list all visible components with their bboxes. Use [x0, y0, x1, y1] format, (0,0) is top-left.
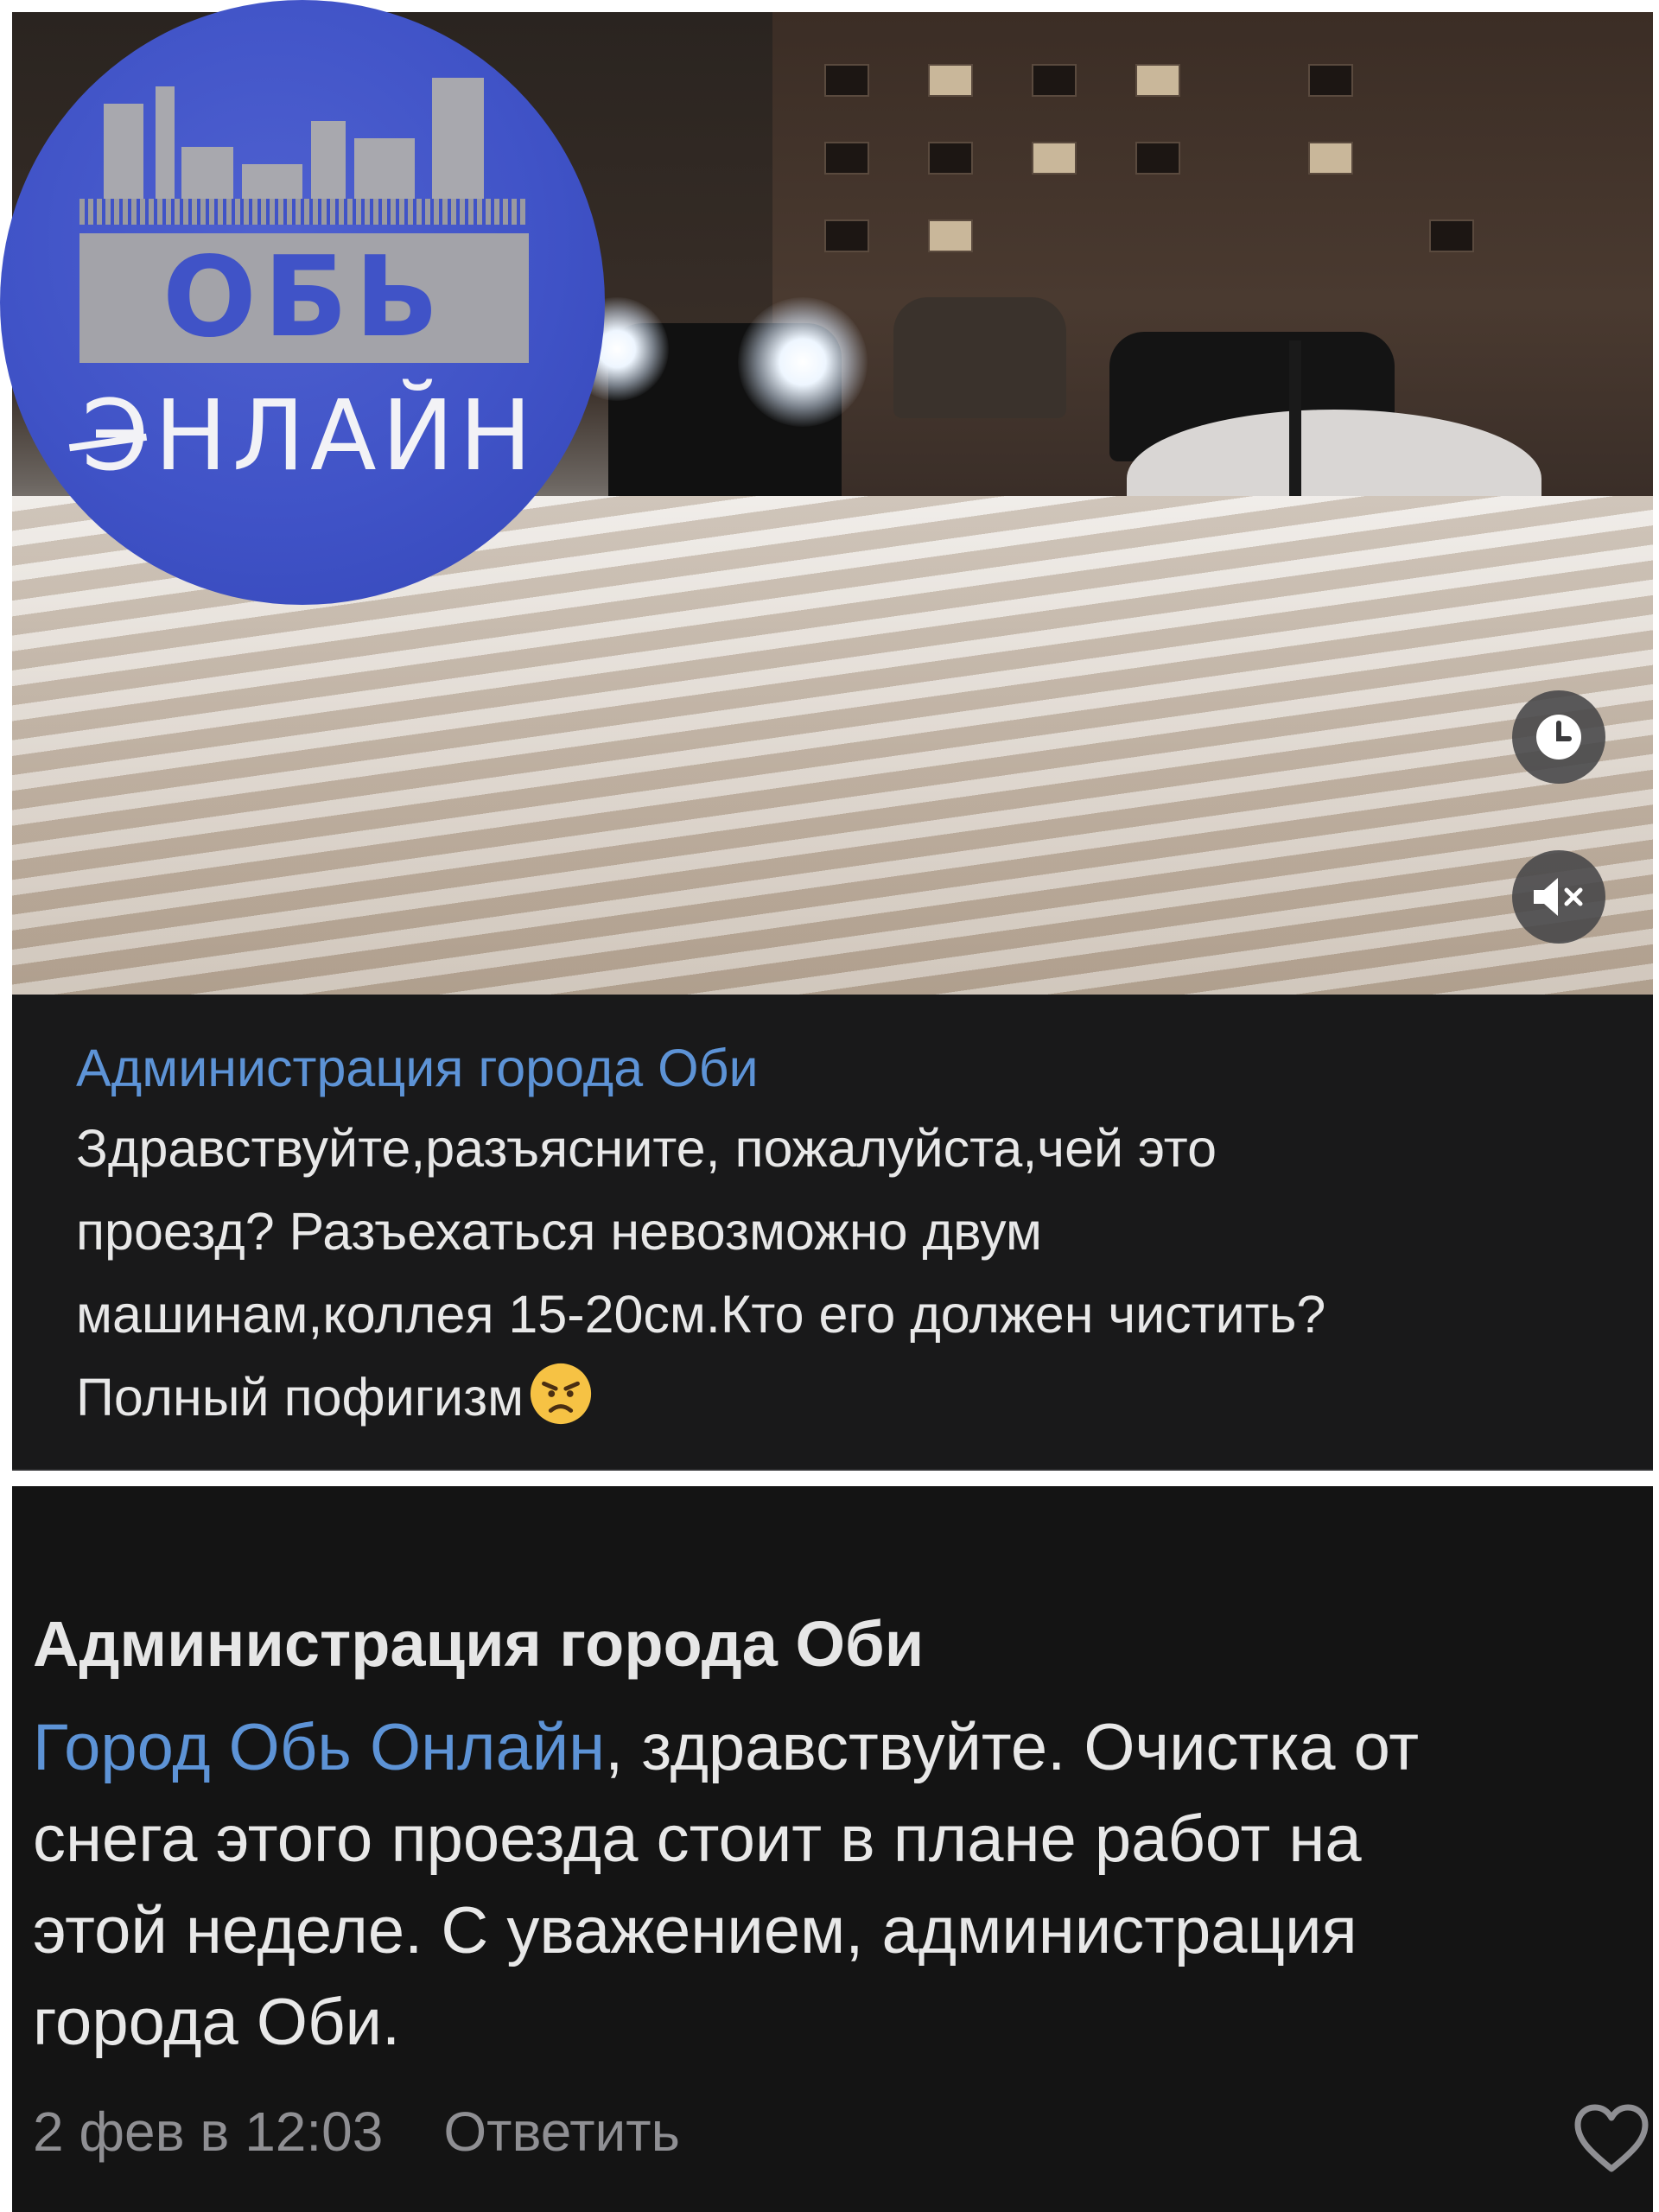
comment-line: этой неделе. С уважением, администрация: [33, 1894, 1357, 1967]
heart-icon[interactable]: [1573, 2103, 1650, 2174]
logo-skyline: [86, 69, 493, 199]
comment-card: Администрация города Оби Город Обь Онлай…: [12, 1486, 1653, 2212]
comment-meta: 2 фев в 12:03 Ответить: [33, 2100, 680, 2164]
comment-text: Город Обь Онлайн, здравствуйте. Очистка …: [33, 1702, 1649, 2069]
logo-subtitle: ЭНЛАЙН: [81, 380, 537, 493]
divider: [0, 1471, 1659, 1486]
post-text: Здравствуйте,разъясните, пожалуйста,чей …: [76, 1107, 1614, 1439]
comment-line: города Оби.: [33, 1986, 401, 2059]
comment-line: снега этого проезда стоит в плане работ …: [33, 1802, 1362, 1876]
pole: [1289, 340, 1301, 496]
reply-button[interactable]: Ответить: [443, 2100, 680, 2164]
post-card: Администрация города Оби Здравствуйте,ра…: [12, 995, 1653, 1471]
post-line: проезд? Разъехаться невозможно двум: [76, 1202, 1042, 1261]
comment-timestamp: 2 фев в 12:03: [33, 2101, 384, 2163]
comment-author[interactable]: Администрация города Оби: [33, 1607, 924, 1681]
post-line-text: Полный пофигизм: [76, 1368, 524, 1427]
mute-icon[interactable]: [1512, 850, 1605, 944]
parked-car: [893, 297, 1066, 418]
clock-icon[interactable]: [1512, 690, 1605, 784]
mention-link[interactable]: Город Обь Онлайн: [33, 1711, 605, 1784]
post-author-link[interactable]: Администрация города Оби: [76, 1038, 759, 1098]
obh-online-logo: ОБЬ ЭНЛАЙН: [0, 0, 605, 605]
headlight: [738, 297, 868, 427]
logo-colonnade: [79, 199, 529, 225]
angry-face-emoji: [530, 1363, 592, 1425]
post-line: машинам,коллея 15-20см.Кто его должен чи…: [76, 1285, 1326, 1344]
post-line: Полный пофигизм: [76, 1356, 1614, 1439]
post-line: Здравствуйте,разъясните, пожалуйста,чей …: [76, 1119, 1217, 1178]
comment-line: Город Обь Онлайн, здравствуйте. Очистка …: [33, 1702, 1649, 1794]
logo-title: ОБЬ: [162, 233, 446, 362]
comment-line-text: , здравствуйте. Очистка от: [605, 1711, 1420, 1784]
